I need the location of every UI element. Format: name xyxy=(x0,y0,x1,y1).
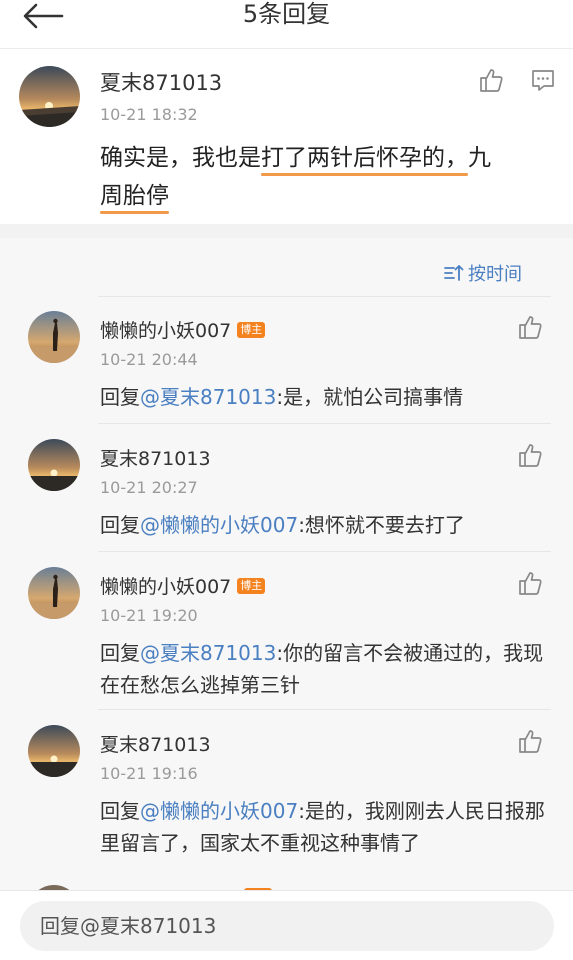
reply-text: 回复@夏末871013:你的留言不会被通过的，我现在在愁怎么逃掉第三针 xyxy=(100,637,550,701)
author-badge: 博主 xyxy=(237,321,266,338)
avatar[interactable] xyxy=(28,439,80,491)
reply-input[interactable]: 回复@夏末871013 xyxy=(20,901,554,951)
reply-prefix: 回复 xyxy=(100,513,140,537)
sort-button[interactable]: 按时间 xyxy=(444,260,522,286)
username-text: 夏末871013 xyxy=(100,448,211,470)
comment-timestamp: 10-21 18:32 xyxy=(100,105,198,124)
comment-text: 确实是，我也是打了两针后怀孕的，九周胎停 xyxy=(100,139,550,215)
thumbs-up-icon[interactable] xyxy=(517,728,543,754)
reply-timestamp: 10-21 19:16 xyxy=(100,764,198,783)
reply-text: 回复@夏末871013:是，就怕公司搞事情 xyxy=(100,381,550,413)
thumbs-up-icon[interactable] xyxy=(478,67,504,93)
top-bar: 5条回复 xyxy=(0,0,573,48)
thumbs-up-icon[interactable] xyxy=(517,314,543,340)
mention-link[interactable]: @懒懒的小妖007 xyxy=(140,513,298,537)
sort-label: 按时间 xyxy=(468,264,522,285)
reply-bar: 回复@夏末871013 xyxy=(0,890,573,960)
username-text: 夏末871013 xyxy=(100,734,211,756)
avatar[interactable] xyxy=(28,725,80,777)
reply-timestamp: 10-21 20:27 xyxy=(100,478,198,497)
reply-prefix: 回复 xyxy=(100,799,140,823)
reply-text: 回复@懒懒的小妖007:想怀就不要去打了 xyxy=(100,509,550,541)
comment-text-part: 确实是，我也是 xyxy=(100,145,261,171)
mention-link[interactable]: @夏末871013 xyxy=(140,385,276,409)
reply-content: :是，就怕公司搞事情 xyxy=(276,385,464,409)
avatar[interactable] xyxy=(19,66,80,127)
section-divider xyxy=(0,224,573,238)
reply-timestamp: 10-21 20:44 xyxy=(100,350,198,369)
reply-username[interactable]: 懒懒的小妖007 博主 xyxy=(100,316,266,343)
main-comment: 夏末871013 10-21 18:32 确实是，我也是打了两针后怀孕的，九周胎… xyxy=(0,48,573,224)
reply-text: 回复@懒懒的小妖007:是的，我刚刚去人民日报那里留言了，国家太不重视这种事情了 xyxy=(100,795,550,859)
thumbs-up-icon[interactable] xyxy=(517,442,543,468)
thumbs-up-icon[interactable] xyxy=(517,570,543,596)
comment-username[interactable]: 夏末871013 xyxy=(100,67,222,97)
author-badge: 博主 xyxy=(237,577,266,594)
underlined-text: 打了两针后怀孕的， xyxy=(261,145,468,171)
reply-list[interactable]: 按时间 懒懒的小妖007 博主 10-21 20:44 回复@夏末871013:是… xyxy=(0,238,573,890)
reply-username[interactable]: 夏末871013 xyxy=(100,730,211,757)
avatar[interactable] xyxy=(28,311,80,363)
sort-icon xyxy=(444,265,464,281)
page-title: 5条回复 xyxy=(242,0,331,28)
username-text: 懒懒的小妖007 xyxy=(100,320,232,342)
mention-link[interactable]: @夏末871013 xyxy=(140,641,276,665)
reply-item-partial xyxy=(0,878,573,890)
reply-content: :想怀就不要去打了 xyxy=(298,513,465,537)
reply-prefix: 回复 xyxy=(100,641,140,665)
reply-username[interactable]: 夏末871013 xyxy=(100,444,211,471)
reply-timestamp: 10-21 19:20 xyxy=(100,606,198,625)
avatar[interactable] xyxy=(28,567,80,619)
reply-item: 夏末871013 10-21 20:27 回复@懒懒的小妖007:想怀就不要去打… xyxy=(0,424,573,552)
comment-icon[interactable] xyxy=(530,67,556,93)
underlined-text: 周胎停 xyxy=(100,183,169,209)
reply-prefix: 回复 xyxy=(100,385,140,409)
comment-text-part: 九 xyxy=(468,145,491,171)
mention-link[interactable]: @懒懒的小妖007 xyxy=(140,799,298,823)
reply-username[interactable]: 懒懒的小妖007 博主 xyxy=(100,572,266,599)
reply-item: 懒懒的小妖007 博主 10-21 20:44 回复@夏末871013:是，就怕公… xyxy=(0,296,573,424)
username-text: 懒懒的小妖007 xyxy=(100,576,232,598)
reply-item: 夏末871013 10-21 19:16 回复@懒懒的小妖007:是的，我刚刚去… xyxy=(0,710,573,868)
reply-item: 懒懒的小妖007 博主 10-21 19:20 回复@夏末871013:你的留言不… xyxy=(0,552,573,710)
